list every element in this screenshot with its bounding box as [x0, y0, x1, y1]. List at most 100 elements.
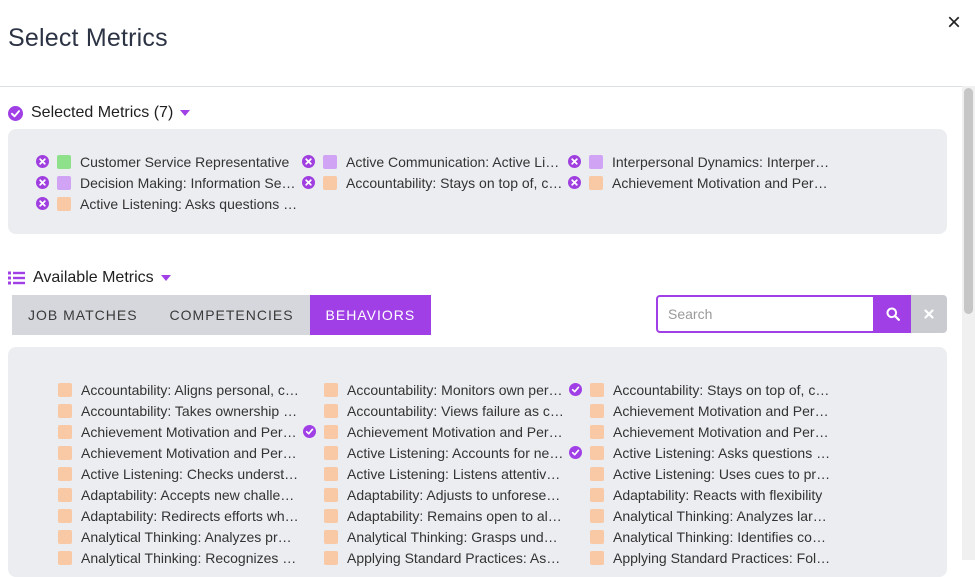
color-swatch	[324, 508, 338, 523]
metric-list-item[interactable]: Adaptability: Remains open to altern...	[316, 505, 582, 526]
close-icon[interactable]: ×	[944, 10, 964, 36]
color-swatch	[324, 529, 338, 544]
color-swatch	[323, 154, 337, 169]
metric-list-item[interactable]: Achievement Motivation and Persev...	[50, 442, 316, 463]
remove-icon[interactable]	[36, 176, 49, 189]
remove-icon[interactable]	[568, 155, 581, 168]
metric-label: Adaptability: Reacts with flexibility	[613, 486, 823, 503]
remove-icon[interactable]	[302, 176, 315, 189]
metric-list-item[interactable]: Active Listening: Asks questions to g...	[582, 442, 848, 463]
color-swatch	[590, 424, 604, 439]
metric-label: Applying Standard Practices: Asks m...	[347, 549, 565, 566]
color-swatch	[58, 424, 72, 439]
metric-list-item[interactable]: Adaptability: Redirects efforts when ...	[50, 505, 316, 526]
selected-metric-label: Active Communication: Active Listen...	[346, 153, 564, 170]
list-icon	[8, 271, 25, 285]
metric-list-item[interactable]: Adaptability: Accepts new challenges...	[50, 484, 316, 505]
metric-list-item[interactable]: Analytical Thinking: Analyzes proble...	[50, 526, 316, 547]
color-swatch	[590, 487, 604, 502]
metric-list-item[interactable]: Analytical Thinking: Recognizes prob...	[50, 547, 316, 568]
metric-label: Achievement Motivation and Persev...	[613, 423, 831, 440]
metric-list-item[interactable]: Active Listening: Checks understandi...	[50, 463, 316, 484]
metric-label: Accountability: Views failure as chan...	[347, 402, 565, 419]
metric-label: Accountability: Monitors own perfor...	[347, 381, 565, 398]
tab-job-matches[interactable]: JOB MATCHES	[12, 295, 154, 335]
selected-metrics-list: Customer Service Representative Active Co…	[36, 151, 834, 214]
color-swatch	[58, 550, 72, 565]
metric-list-item[interactable]: Applying Standard Practices: Asks m...	[316, 547, 582, 568]
selected-metrics-header[interactable]: Selected Metrics (7)	[8, 104, 191, 122]
search-button[interactable]	[875, 295, 911, 333]
metric-list-item[interactable]: Active Listening: Accounts for needs ...	[316, 442, 582, 463]
metric-list-item[interactable]: Analytical Thinking: Identifies conne...	[582, 526, 848, 547]
remove-icon[interactable]	[36, 155, 49, 168]
color-swatch	[58, 508, 72, 523]
selected-metric-label: Accountability: Stays on top of, close..…	[346, 174, 564, 191]
metric-list-item[interactable]: Adaptability: Adjusts to unforeseen r...	[316, 484, 582, 505]
selected-check-icon	[569, 383, 582, 396]
metric-list-item[interactable]: Adaptability: Reacts with flexibility	[582, 484, 848, 505]
scrollbar[interactable]	[962, 86, 975, 560]
metric-label: Active Listening: Accounts for needs ...	[347, 444, 565, 461]
metric-label: Analytical Thinking: Analyzes large a...	[613, 507, 831, 524]
tab-competencies[interactable]: COMPETENCIES	[154, 295, 310, 335]
metric-list-item[interactable]: Achievement Motivation and Persev...	[316, 421, 582, 442]
metric-list-item[interactable]: Achievement Motivation and Persev...	[582, 421, 848, 442]
selected-metric-chip: Achievement Motivation and Persev...	[568, 172, 834, 193]
metric-label: Achievement Motivation and Persev...	[81, 444, 299, 461]
metric-label: Adaptability: Adjusts to unforeseen r...	[347, 486, 565, 503]
color-swatch	[324, 550, 338, 565]
color-swatch	[590, 445, 604, 460]
selected-metric-label: Customer Service Representative	[80, 153, 290, 170]
metric-label: Analytical Thinking: Analyzes proble...	[81, 528, 299, 545]
metric-list-item[interactable]: Accountability: Stays on top of, close..…	[582, 379, 848, 400]
chevron-down-icon[interactable]	[180, 110, 191, 116]
remove-icon[interactable]	[302, 155, 315, 168]
color-swatch	[590, 508, 604, 523]
chevron-down-icon[interactable]	[160, 275, 171, 281]
color-swatch	[324, 466, 338, 481]
color-swatch	[58, 382, 72, 397]
metric-list-item[interactable]: Active Listening: Uses cues to promp...	[582, 463, 848, 484]
color-swatch	[324, 424, 338, 439]
search-input[interactable]	[656, 295, 875, 333]
color-swatch	[590, 550, 604, 565]
search-bar	[656, 295, 947, 333]
selected-check-icon	[303, 425, 316, 438]
metric-label: Applying Standard Practices: Follows ...	[613, 549, 831, 566]
metric-label: Accountability: Takes ownership of o...	[81, 402, 299, 419]
clear-search-button[interactable]	[911, 295, 947, 333]
metric-list-item[interactable]: Accountability: Aligns personal, com...	[50, 379, 316, 400]
metric-list-item[interactable]: Accountability: Takes ownership of o...	[50, 400, 316, 421]
metric-list-item[interactable]: Accountability: Views failure as chan...	[316, 400, 582, 421]
metric-label: Achievement Motivation and Persev...	[81, 423, 299, 440]
scrollbar-thumb[interactable]	[964, 88, 973, 314]
search-icon	[886, 307, 900, 321]
metric-label: Active Listening: Listens attentively t.…	[347, 465, 565, 482]
color-swatch	[589, 154, 603, 169]
metric-label: Adaptability: Remains open to altern...	[347, 507, 565, 524]
remove-icon[interactable]	[36, 197, 49, 210]
tab-behaviors[interactable]: BEHAVIORS	[309, 295, 432, 335]
metric-list-item[interactable]: Achievement Motivation and Persev...	[50, 421, 316, 442]
color-swatch	[323, 175, 337, 190]
metric-label: Achievement Motivation and Persev...	[613, 402, 831, 419]
metric-label: Achievement Motivation and Persev...	[347, 423, 565, 440]
metric-type-tabs: JOB MATCHES COMPETENCIES BEHAVIORS	[12, 295, 432, 335]
selected-metric-label: Interpersonal Dynamics: Interperson...	[612, 153, 830, 170]
selected-metric-label: Decision Making: Information Seeking	[80, 174, 298, 191]
metric-list-item[interactable]: Applying Standard Practices: Follows ...	[582, 547, 848, 568]
metric-label: Analytical Thinking: Identifies conne...	[613, 528, 831, 545]
metric-label: Active Listening: Uses cues to promp...	[613, 465, 831, 482]
metric-list-item[interactable]: Analytical Thinking: Grasps underlyi...	[316, 526, 582, 547]
metric-list-item[interactable]: Accountability: Monitors own perfor...	[316, 379, 582, 400]
metric-list-item[interactable]: Achievement Motivation and Persev...	[582, 400, 848, 421]
selected-check-icon	[569, 446, 582, 459]
metric-list-item[interactable]: Analytical Thinking: Analyzes large a...	[582, 505, 848, 526]
selected-metric-chip: Active Communication: Active Listen...	[302, 151, 568, 172]
check-circle-icon	[8, 105, 23, 121]
color-swatch	[58, 529, 72, 544]
remove-icon[interactable]	[568, 176, 581, 189]
metric-list-item[interactable]: Active Listening: Listens attentively t.…	[316, 463, 582, 484]
available-metrics-header[interactable]: Available Metrics	[8, 269, 171, 287]
